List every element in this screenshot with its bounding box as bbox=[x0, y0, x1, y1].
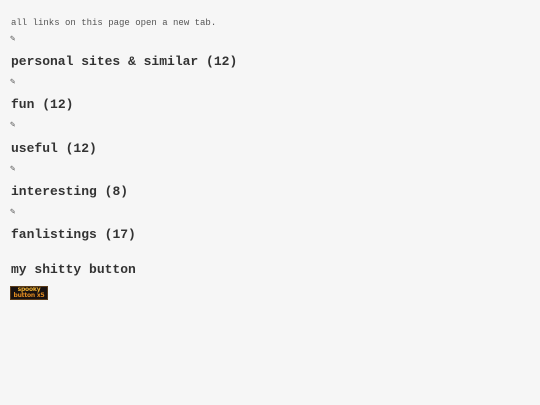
section-fanlistings[interactable]: fanlistings (17) bbox=[11, 227, 136, 243]
site-button-badge[interactable]: spooky button x5 bbox=[10, 286, 48, 300]
pencil-icon: ✎ bbox=[10, 120, 16, 130]
pencil-icon: ✎ bbox=[10, 77, 16, 87]
section-count: (12) bbox=[206, 54, 238, 69]
section-label: interesting bbox=[11, 184, 97, 199]
section-count: (12) bbox=[42, 97, 74, 112]
pencil-icon: ✎ bbox=[10, 164, 16, 174]
section-interesting[interactable]: interesting (8) bbox=[11, 184, 128, 200]
section-useful[interactable]: useful (12) bbox=[11, 141, 97, 157]
section-count: (17) bbox=[104, 227, 136, 242]
section-fun[interactable]: fun (12) bbox=[11, 97, 73, 113]
section-label: useful bbox=[11, 141, 58, 156]
section-count: (12) bbox=[65, 141, 97, 156]
section-label: fun bbox=[11, 97, 35, 112]
pencil-icon: ✎ bbox=[10, 207, 16, 217]
section-personal-sites[interactable]: personal sites & similar (12) bbox=[11, 54, 237, 70]
section-count: (8) bbox=[104, 184, 129, 199]
new-tab-notice: all links on this page open a new tab. bbox=[11, 18, 217, 28]
my-button-heading: my shitty button bbox=[11, 262, 136, 277]
section-label: personal sites & similar bbox=[11, 54, 199, 69]
badge-line-2: button x5 bbox=[13, 292, 45, 299]
pencil-icon: ✎ bbox=[10, 34, 16, 44]
page: all links on this page open a new tab. ✎… bbox=[0, 0, 540, 405]
section-label: fanlistings bbox=[11, 227, 97, 242]
